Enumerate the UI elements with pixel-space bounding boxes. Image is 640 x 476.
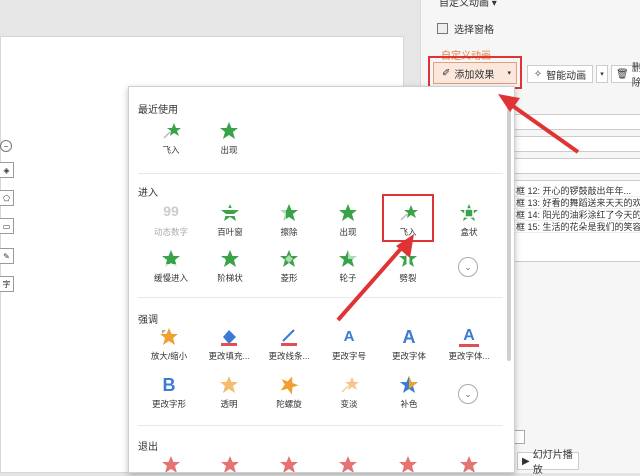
effect-exit-3[interactable] — [261, 455, 317, 472]
smart-animation-dropdown[interactable]: ▾ — [596, 65, 608, 83]
effect-transparent[interactable]: 透明 — [201, 375, 257, 413]
wheel-star-icon — [338, 249, 358, 269]
complementary-color-icon — [399, 375, 419, 395]
spin-star-icon — [279, 375, 299, 395]
frame-icon[interactable]: ▭ — [0, 218, 14, 234]
expand-emphasis-chevron-icon[interactable]: ⌄ — [458, 384, 478, 404]
exit-star-icon — [161, 455, 181, 472]
layers-icon[interactable]: ◈ — [0, 162, 14, 178]
modify-speed-field[interactable] — [513, 158, 640, 174]
section-title-recent: 最近使用 — [138, 105, 178, 116]
section-title-entrance: 进入 — [138, 188, 158, 199]
effect-change-fill[interactable]: 更改填充... — [201, 327, 257, 365]
effect-change-font[interactable]: A 更改字体 — [381, 327, 437, 365]
dynamic-number-icon: 99 — [163, 203, 179, 219]
modify-property-field[interactable] — [513, 136, 640, 152]
highlight-box-add-effect — [428, 56, 522, 89]
effect-dynamic-number[interactable]: 99 动态数字 — [143, 203, 199, 241]
list-item[interactable]: 框 14: 阳光的油彩涂红了今天的 — [514, 209, 640, 221]
effect-exit-2[interactable] — [202, 455, 258, 472]
effect-exit-1[interactable] — [143, 455, 199, 472]
shape-icon[interactable]: ⬠ — [0, 190, 14, 206]
pen-icon[interactable]: ✎ — [0, 248, 14, 264]
effect-change-font-size[interactable]: A 更改字号 — [321, 327, 377, 365]
effect-appear[interactable]: 出现 — [320, 203, 376, 241]
fly-in-star-icon — [161, 121, 181, 141]
delete-button[interactable]: 🗑 删除 — [611, 63, 640, 89]
effect-diamond[interactable]: 菱形 — [261, 249, 317, 287]
section-title-exit: 退出 — [138, 442, 158, 453]
effect-recent-appear[interactable]: 出现 — [201, 121, 257, 159]
expand-entrance-chevron-icon[interactable]: ⌄ — [458, 257, 478, 277]
exit-star-icon — [220, 455, 240, 472]
pane-title: 自定义动画 ▾ — [439, 0, 497, 9]
change-font-size-icon: A — [343, 328, 355, 345]
list-item[interactable]: 框 12: 开心的锣鼓敲出年年... — [514, 185, 640, 197]
effect-stairs[interactable]: 阶梯状 — [202, 249, 258, 287]
effect-recent-fly-in[interactable]: 飞入 — [143, 121, 199, 159]
change-font-color-icon: A — [459, 327, 479, 347]
change-font-style-icon: B — [162, 375, 176, 395]
stairs-star-icon — [220, 249, 240, 269]
effect-box[interactable]: 盒状 — [441, 203, 497, 241]
selection-pane-icon — [437, 23, 448, 34]
exit-star-icon — [459, 455, 479, 472]
change-font-icon: A — [402, 327, 416, 347]
effect-grow-shrink[interactable]: 放大/缩小 — [141, 327, 197, 365]
effect-change-font-style[interactable]: B 更改字形 — [141, 375, 197, 413]
effect-exit-4[interactable] — [320, 455, 376, 472]
effect-exit-5[interactable] — [380, 455, 436, 472]
list-item[interactable]: 框 13: 好看的舞蹈送来天天的欢 — [514, 197, 640, 209]
add-effect-dropdown: 最近使用 飞入 出现 进入 99 动态数字 百叶窗 擦除 出现 飞入 盒状 缓慢… — [128, 86, 515, 473]
effect-spin[interactable]: 陀螺旋 — [261, 375, 317, 413]
effect-wipe[interactable]: 擦除 — [261, 203, 317, 241]
list-item[interactable]: 框 15: 生活的花朵是我们的笑容 — [514, 221, 640, 233]
effect-fade[interactable]: 变淡 — [321, 375, 377, 413]
text-tool-icon[interactable]: 字 — [0, 276, 14, 292]
play-icon: ▶ — [522, 455, 530, 467]
divider — [138, 425, 503, 426]
effect-exit-6[interactable] — [441, 455, 497, 472]
effect-split[interactable]: 劈裂 — [380, 249, 436, 287]
modify-start-field[interactable] — [513, 114, 640, 130]
split-star-icon — [398, 249, 418, 269]
effect-change-font-color[interactable]: A 更改字体... — [441, 327, 497, 365]
magic-wand-icon: ✧ — [533, 68, 543, 80]
exit-star-icon — [279, 455, 299, 472]
change-fill-icon — [219, 327, 239, 347]
transparent-star-icon — [219, 375, 239, 395]
change-line-icon — [279, 327, 299, 347]
effect-blinds[interactable]: 百叶窗 — [202, 203, 258, 241]
collapse-icon[interactable]: − — [0, 140, 12, 152]
effect-change-line[interactable]: 更改线条... — [261, 327, 317, 365]
exit-star-icon — [398, 455, 418, 472]
box-star-icon — [459, 203, 479, 223]
exit-star-icon — [338, 455, 358, 472]
crawl-in-star-icon — [161, 249, 181, 269]
scrollbar[interactable] — [507, 101, 511, 361]
appear-star-icon — [219, 121, 239, 141]
selection-pane-button[interactable]: 选择窗格 — [437, 21, 494, 36]
wipe-star-icon — [279, 203, 299, 223]
slideshow-button[interactable]: ▶ 幻灯片播放 — [517, 450, 579, 476]
divider — [138, 173, 503, 174]
blinds-star-icon — [220, 203, 240, 223]
effect-complementary-color[interactable]: 补色 — [381, 375, 437, 413]
effect-wheel[interactable]: 轮子 — [320, 249, 376, 287]
highlight-box-fly-in — [382, 194, 434, 242]
animation-list: 框 12: 开心的锣鼓敲出年年... 框 13: 好看的舞蹈送来天天的欢 框 1… — [513, 180, 640, 262]
grow-shrink-star-icon — [159, 327, 179, 347]
effect-crawl-in[interactable]: 缓慢进入 — [143, 249, 199, 287]
divider — [138, 297, 503, 298]
smart-animation-button[interactable]: ✧ 智能动画 — [527, 65, 593, 83]
appear-star-icon — [338, 203, 358, 223]
trash-icon: 🗑 — [616, 68, 629, 80]
diamond-star-icon — [279, 249, 299, 269]
fade-star-icon — [339, 375, 359, 395]
section-title-emphasis: 强调 — [138, 315, 158, 326]
